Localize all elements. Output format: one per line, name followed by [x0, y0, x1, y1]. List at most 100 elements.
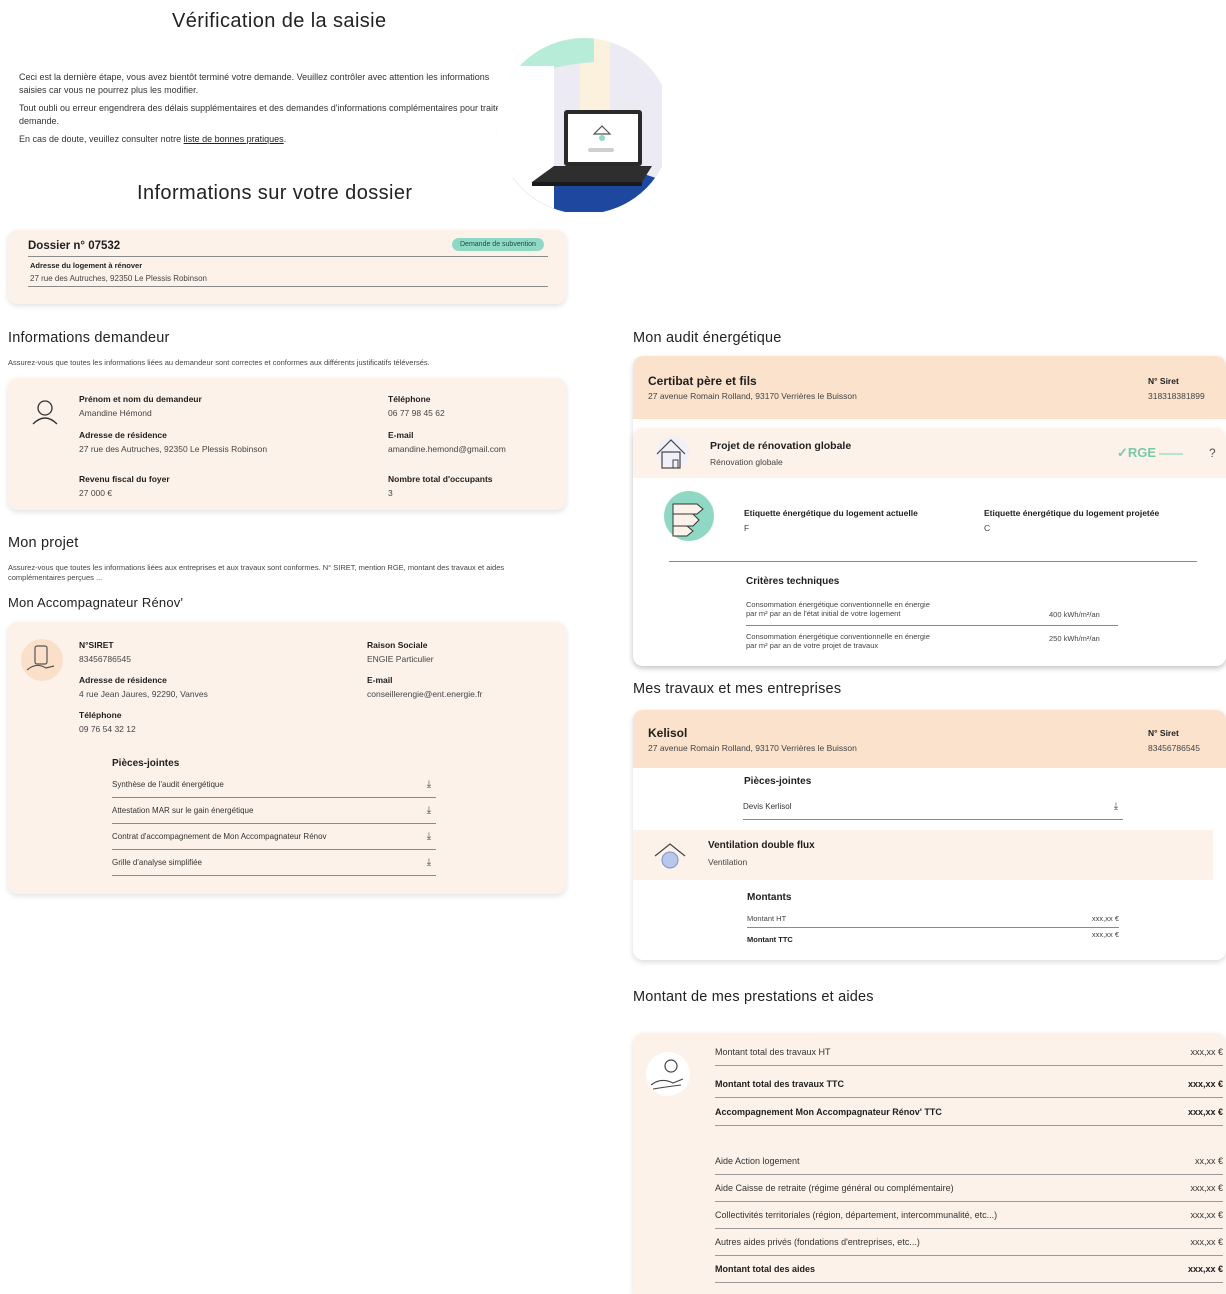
accomp-siret-value: 83456786545: [79, 654, 132, 664]
attachment-label: Grille d'analyse simplifiée: [112, 858, 203, 867]
attachment-label: Attestation MAR sur le gain énergétique: [112, 806, 254, 815]
travaux-attachments-title: Pièces-jointes: [744, 776, 812, 787]
money-row-value: xx,xx €: [1194, 1156, 1223, 1166]
attachment-label: Devis Kerlisol: [743, 802, 792, 811]
demandeur-address-block: Adresse de résidence 27 rue des Autruche…: [79, 430, 267, 454]
travaux-company-header: Kelisol 27 avenue Romain Rolland, 93170 …: [633, 710, 1226, 768]
occupants-label: Nombre total d'occupants: [388, 474, 493, 484]
accomp-address-block: Adresse de résidence 4 rue Jean Jaures, …: [79, 675, 208, 699]
house-icon: [651, 432, 691, 472]
attachment-label: Contrat d'accompagnement de Mon Accompag…: [112, 832, 327, 841]
demandeur-subtitle: Assurez-vous que toutes les informations…: [8, 358, 430, 367]
money-row-label: Collectivités territoriales (région, dép…: [715, 1210, 998, 1220]
prestations-card: Montant total des travaux HT xxx,xx € Mo…: [633, 1033, 1226, 1294]
page-title: Vérification de la saisie: [172, 10, 387, 32]
money-row-value: xxx,xx €: [1190, 1237, 1223, 1247]
money-row-value: xxx,xx €: [1187, 1079, 1223, 1089]
criteria-label-line: par m² par an de votre projet de travaux: [746, 641, 879, 650]
address-value: 27 rue des Autruches, 92350 Le Plessis R…: [79, 444, 268, 454]
amount-row-ht: Montant HT xxx,xx €: [747, 912, 1119, 928]
amount-row-ttc: Montant TTC xxx,xx €: [747, 930, 1119, 946]
money-row: Accompagnement Mon Accompagnateur Rénov'…: [715, 1099, 1223, 1126]
intro-paragraph-2: Tout oubli ou erreur engendrera des déla…: [19, 103, 526, 126]
amount-ht-value: xxx,xx €: [1091, 914, 1119, 923]
amounts-title: Montants: [747, 892, 792, 903]
accomp-siret-label: N°SIRET: [79, 640, 114, 650]
money-row-label: Montant total des aides: [715, 1264, 816, 1274]
attachment-row[interactable]: Grille d'analyse simplifiée ⤓: [112, 850, 436, 876]
money-row-value: xxx,xx €: [1190, 1183, 1223, 1193]
phone-value: 06 77 98 45 62: [388, 408, 445, 418]
money-row-label: Accompagnement Mon Accompagnateur Rénov'…: [715, 1107, 942, 1117]
demandeur-email-block: E-mail amandine.hemond@gmail.com: [388, 430, 506, 454]
audit-project-subtitle: Rénovation globale: [710, 457, 783, 467]
criteria-value: 250 kWh/m²/an: [1049, 634, 1100, 643]
name-label: Prénom et nom du demandeur: [79, 394, 202, 404]
money-row: Aide Caisse de retraite (régime général …: [715, 1175, 1223, 1202]
audit-divider: [669, 561, 1197, 562]
download-icon[interactable]: ⤓: [1109, 801, 1123, 812]
money-row-label: Aide Action logement: [715, 1156, 800, 1166]
accomp-raison-value: ENGIE Particulier: [367, 654, 434, 664]
criteria-label: Consommation énergétique conventionnelle…: [746, 600, 930, 618]
travaux-siret-label: N° Siret: [1148, 728, 1179, 738]
criteria-label: Consommation énergétique conventionnelle…: [746, 632, 930, 650]
ventilation-icon: [651, 836, 689, 874]
intro-paragraph-1: Ceci est la dernière étape, vous avez bi…: [19, 72, 490, 95]
travaux-card: Kelisol 27 avenue Romain Rolland, 93170 …: [633, 710, 1226, 960]
travaux-company-address: 27 avenue Romain Rolland, 93170 Verrière…: [648, 743, 857, 753]
money-row-label: Montant total des travaux HT: [715, 1047, 831, 1057]
download-icon[interactable]: ⤓: [422, 831, 436, 842]
attachment-label: Synthèse de l'audit énergétique: [112, 780, 224, 789]
demandeur-occupants-block: Nombre total d'occupants 3: [388, 474, 493, 498]
audit-company-address: 27 avenue Romain Rolland, 93170 Verrière…: [648, 391, 857, 401]
accomp-address-label: Adresse de résidence: [79, 675, 167, 685]
name-value: Amandine Hémond: [79, 408, 152, 418]
dossier-address-value: 27 rue des Autruches, 92350 Le Plessis R…: [30, 274, 208, 283]
download-icon[interactable]: ⤓: [422, 779, 436, 790]
phone-label: Téléphone: [388, 394, 431, 404]
download-icon[interactable]: ⤓: [422, 857, 436, 868]
bonnes-pratiques-link[interactable]: liste de bonnes pratiques: [184, 134, 284, 144]
travaux-siret-value: 83456786545: [1148, 743, 1201, 753]
dossier-address-divider: [28, 286, 548, 287]
attachment-row[interactable]: Synthèse de l'audit énergétique ⤓: [112, 772, 436, 798]
money-row-value: xxx,xx €: [1190, 1210, 1223, 1220]
rge-logo: ✓RGE: [1117, 445, 1184, 461]
download-icon[interactable]: ⤓: [422, 805, 436, 816]
money-row: Autres aides privés (fondations d'entrep…: [715, 1229, 1223, 1256]
dossier-section-title: Informations sur votre dossier: [137, 182, 413, 204]
attachment-row[interactable]: Devis Kerlisol ⤓: [743, 794, 1123, 820]
current-label-value: F: [744, 523, 750, 533]
dossier-card: Dossier n° 07532 Demande de subvention A…: [8, 230, 566, 304]
amount-ttc-label: Montant TTC: [747, 935, 793, 944]
accompagnateur-title: Mon Accompagnateur Rénov': [8, 595, 184, 610]
audit-project-header: Projet de rénovation globale Rénovation …: [633, 428, 1226, 478]
money-row-label: Aide Caisse de retraite (régime général …: [715, 1183, 954, 1193]
audit-siret-value: 318318381899: [1148, 391, 1205, 401]
accomp-phone-block: Téléphone 09 76 54 32 12: [79, 710, 136, 734]
email-value: amandine.hemond@gmail.com: [388, 444, 506, 454]
accomp-siret-block: N°SIRET 83456786545: [79, 640, 131, 664]
travaux-title: Mes travaux et mes entreprises: [633, 681, 842, 697]
travaux-company-name: Kelisol: [648, 726, 688, 740]
money-row-label: Autres aides privés (fondations d'entrep…: [715, 1237, 920, 1247]
attachment-row[interactable]: Contrat d'accompagnement de Mon Accompag…: [112, 824, 436, 850]
status-badge: Demande de subvention: [452, 238, 544, 251]
income-label: Revenu fiscal du foyer: [79, 474, 170, 484]
email-label: E-mail: [388, 430, 414, 440]
accomp-raison-block: Raison Sociale ENGIE Particulier: [367, 640, 434, 664]
projet-subtitle: Assurez-vous que toutes les informations…: [8, 563, 505, 582]
criteria-label-line: Consommation énergétique conventionnelle…: [746, 632, 930, 641]
accomp-email-block: E-mail conseillerengie@ent.energie.fr: [367, 675, 482, 699]
demandeur-title: Informations demandeur: [8, 330, 170, 346]
audit-title: Mon audit énergétique: [633, 330, 782, 346]
money-row-label: Montant total des travaux TTC: [715, 1079, 845, 1089]
demandeur-income-block: Revenu fiscal du foyer 27 000 €: [79, 474, 170, 498]
criteria-label-line: par m² par an de l'état initial de votre…: [746, 609, 901, 618]
user-icon: [30, 396, 60, 426]
money-row-value: xxx,xx €: [1190, 1047, 1223, 1057]
attachment-row[interactable]: Attestation MAR sur le gain énergétique …: [112, 798, 436, 824]
amount-ht-label: Montant HT: [747, 914, 787, 923]
help-icon[interactable]: ?: [1209, 446, 1216, 460]
